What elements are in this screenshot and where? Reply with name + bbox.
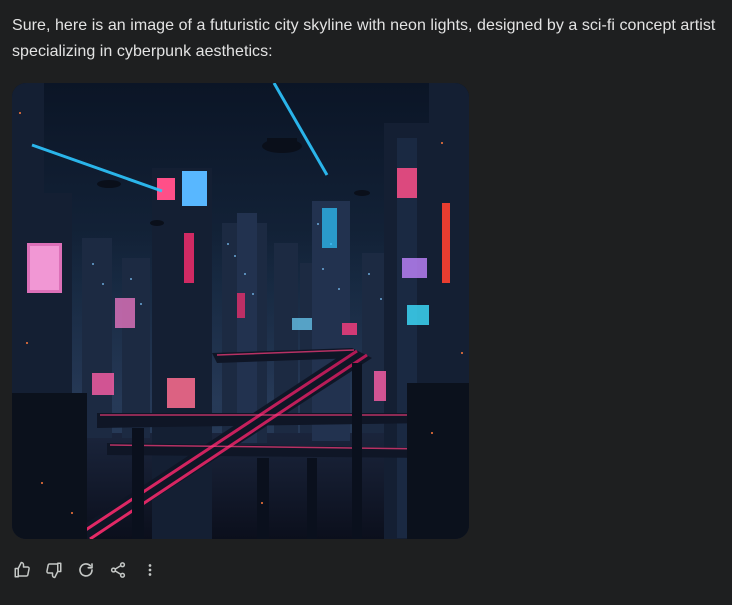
response-text: Sure, here is an image of a futuristic c… — [12, 17, 716, 60]
more-vertical-icon — [141, 561, 159, 579]
share-button[interactable] — [106, 558, 130, 582]
response-actions — [10, 558, 162, 582]
refresh-icon — [77, 561, 95, 579]
response-message: Sure, here is an image of a futuristic c… — [12, 0, 722, 65]
generated-image[interactable] — [12, 83, 469, 539]
cyberpunk-city-image — [12, 83, 469, 539]
regenerate-button[interactable] — [74, 558, 98, 582]
share-icon — [109, 561, 127, 579]
thumbs-down-icon — [45, 561, 63, 579]
more-options-button[interactable] — [138, 558, 162, 582]
thumbs-down-button[interactable] — [42, 558, 66, 582]
thumbs-up-icon — [13, 561, 31, 579]
thumbs-up-button[interactable] — [10, 558, 34, 582]
